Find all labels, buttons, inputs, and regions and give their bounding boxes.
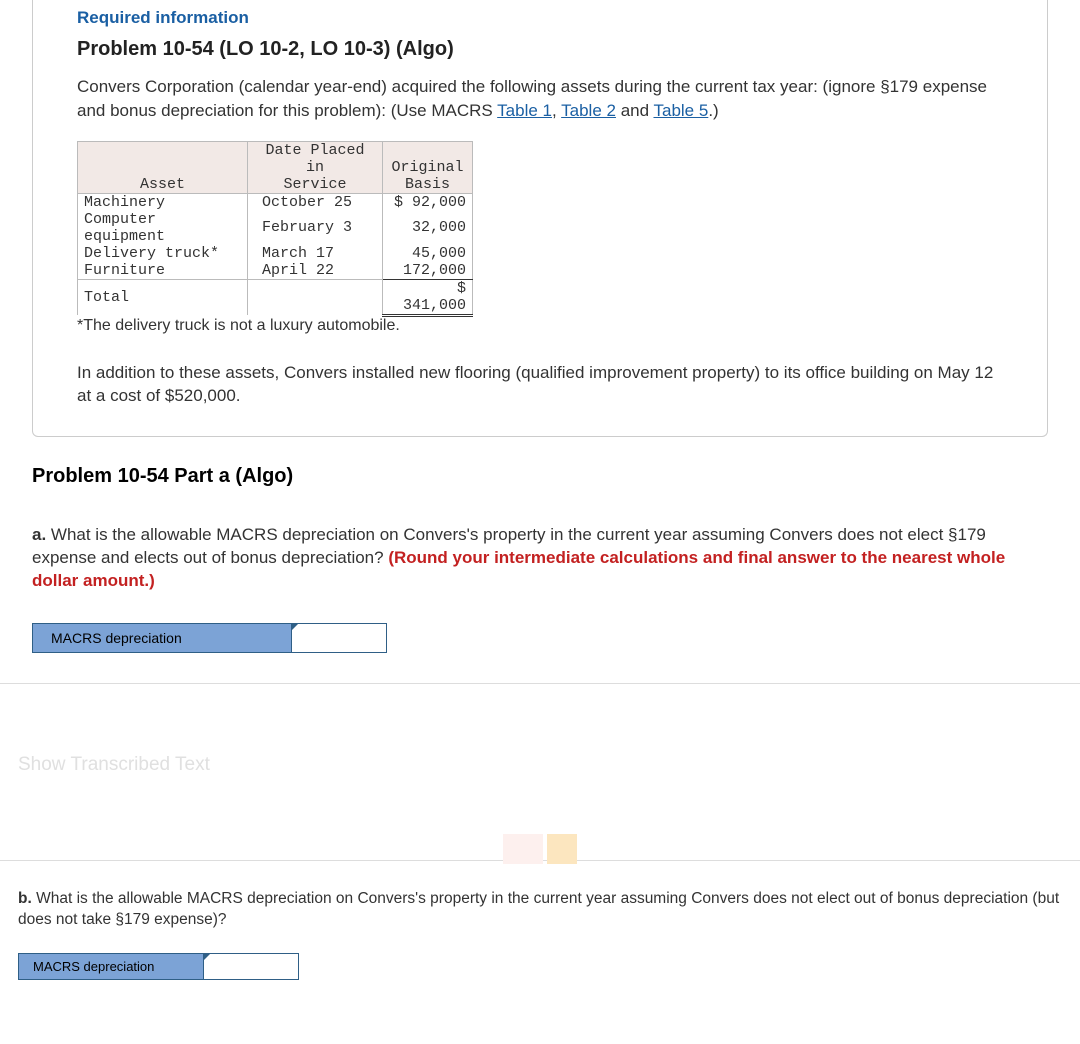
th-date: Date Placed inService <box>248 141 383 193</box>
table-total-row: Total $ 341,000 <box>78 279 473 315</box>
answer-label-b: MACRS depreciation <box>18 953 204 980</box>
table-row: Delivery truck* March 17 45,000 <box>78 245 473 262</box>
table-row: Machinery October 25 $ 92,000 <box>78 193 473 211</box>
link-table-5[interactable]: Table 5 <box>653 101 708 120</box>
problem-title: Problem 10-54 (LO 10-2, LO 10-3) (Algo) <box>77 38 1003 61</box>
link-table-1[interactable]: Table 1 <box>497 101 552 120</box>
asset-table: Asset Date Placed inService OriginalBasi… <box>77 141 473 317</box>
image-placeholder <box>503 834 577 864</box>
table-row: Computer equipment February 3 32,000 <box>78 211 473 245</box>
answer-row-b: MACRS depreciation <box>18 953 1062 980</box>
question-b-text: b. What is the allowable MACRS depreciat… <box>18 889 1062 931</box>
table-row: Furniture April 22 172,000 <box>78 262 473 280</box>
question-a-text: a. What is the allowable MACRS depreciat… <box>32 524 1048 593</box>
part-a-header: Problem 10-54 Part a (Algo) <box>32 465 1048 488</box>
link-table-2[interactable]: Table 2 <box>561 101 616 120</box>
problem-intro: Convers Corporation (calendar year-end) … <box>77 75 1003 123</box>
answer-row-a: MACRS depreciation <box>32 623 1048 653</box>
th-asset: Asset <box>78 141 248 193</box>
table-footnote: *The delivery truck is not a luxury auto… <box>77 317 1003 335</box>
macrs-depreciation-input-a[interactable] <box>292 623 387 653</box>
qa-bold: a. <box>32 525 46 544</box>
macrs-depreciation-input-b[interactable] <box>204 953 299 980</box>
th-basis: OriginalBasis <box>383 141 473 193</box>
required-info-panel: Required information Problem 10-54 (LO 1… <box>32 0 1048 437</box>
additional-info: In addition to these assets, Convers ins… <box>77 361 1003 409</box>
question-b: b. What is the allowable MACRS depreciat… <box>18 889 1062 980</box>
qb-body: What is the allowable MACRS depreciation… <box>18 890 1059 928</box>
divider-1 <box>0 683 1080 684</box>
required-information-label: Required information <box>77 8 1003 28</box>
qb-bold: b. <box>18 890 32 907</box>
answer-label-a: MACRS depreciation <box>32 623 292 653</box>
question-a: a. What is the allowable MACRS depreciat… <box>32 524 1048 653</box>
divider-2-wrap <box>0 860 1080 861</box>
show-transcribed-text[interactable]: Show Transcribed Text <box>18 754 1080 776</box>
intro-post: .) <box>708 101 718 120</box>
intro-sep2: and <box>616 101 654 120</box>
intro-sep1: , <box>552 101 561 120</box>
